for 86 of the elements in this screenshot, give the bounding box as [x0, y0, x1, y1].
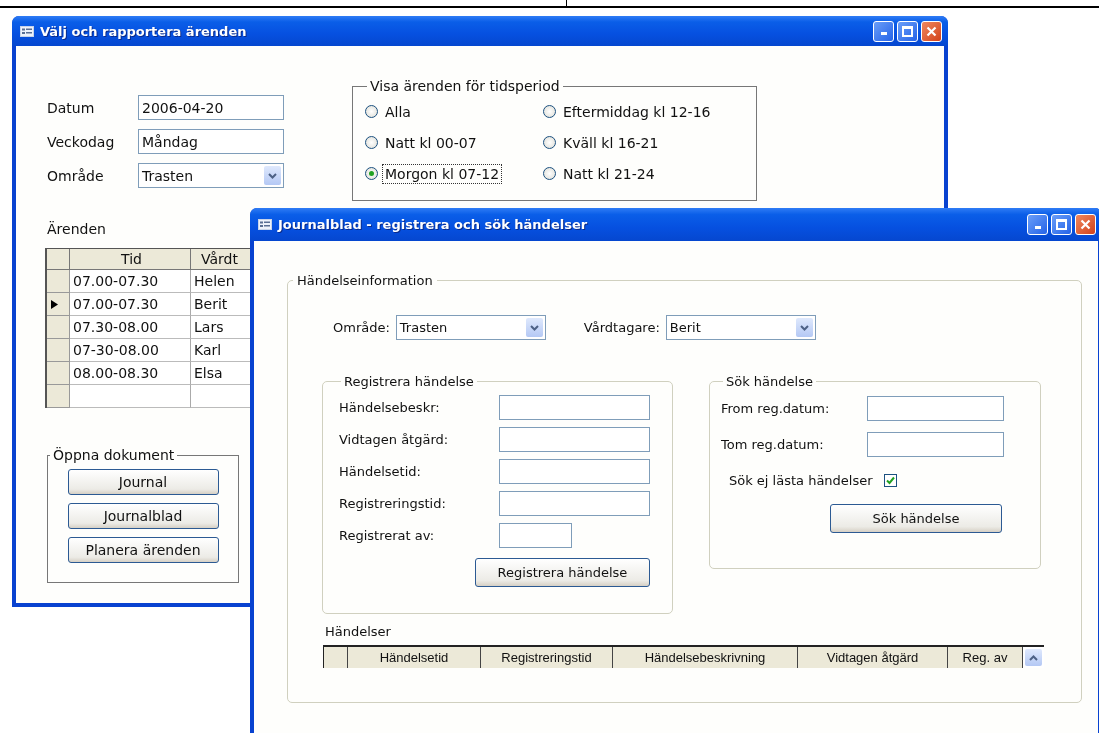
input-field[interactable]: Måndag [138, 129, 284, 154]
radio-button[interactable] [365, 167, 378, 180]
header-corner [47, 249, 70, 270]
check-icon [885, 476, 895, 485]
checkbox[interactable] [883, 474, 897, 487]
group-title: Registrera händelse [343, 374, 475, 389]
column-header[interactable]: Händelsebeskrivning [613, 647, 798, 668]
group-title: Visa ärenden för tidsperiod [369, 78, 561, 94]
group-title: Sök händelse [725, 374, 814, 389]
group-title: Händelseinformation [296, 273, 434, 288]
close-button[interactable] [1075, 214, 1096, 235]
document-button[interactable]: Planera ärenden [67, 537, 219, 563]
maximize-button[interactable] [1051, 214, 1072, 235]
field-label: Händelsebeskr: [339, 400, 441, 415]
field-label: From reg.datum: [721, 401, 831, 416]
table-cell: 07.00-07.30 [70, 293, 191, 316]
group-title: Öppna dokument [52, 447, 176, 463]
input-field[interactable] [499, 523, 572, 548]
radio-button[interactable] [543, 105, 556, 118]
radio-button[interactable] [543, 136, 556, 149]
input-field[interactable] [867, 396, 1004, 421]
radio-label[interactable]: Kväll kl 16-21 [560, 132, 662, 153]
input-field[interactable] [499, 395, 650, 420]
close-icon [926, 25, 937, 37]
caret-icon [1029, 654, 1038, 661]
minimize-button[interactable] [873, 20, 894, 42]
radio-label[interactable]: Eftermiddag kl 12-16 [560, 101, 714, 122]
checkbox-label: Sök ej lästa händelser [729, 473, 873, 488]
field-label: Veckodag [46, 133, 116, 150]
caret-icon [799, 324, 809, 331]
radio-label[interactable]: Natt kl 00-07 [382, 132, 480, 153]
table-cell: 07.30-08.00 [70, 316, 191, 339]
field-label: Område [46, 167, 105, 184]
document-button[interactable]: Journalblad [67, 503, 219, 529]
column-header[interactable]: Vårdt [191, 249, 253, 270]
field-label: Registrerat av: [339, 528, 436, 543]
section-label: Ärenden [47, 221, 106, 238]
close-button[interactable] [921, 20, 942, 42]
document-button[interactable]: Journal [67, 469, 219, 495]
dropdown[interactable]: Trasten [138, 163, 284, 188]
header-corner [324, 647, 348, 668]
field-label: Vårdtagare: [583, 320, 660, 335]
input-field[interactable] [499, 459, 650, 484]
column-header[interactable]: Vidtagen åtgärd [798, 647, 948, 668]
column-header[interactable]: Registreringstid [481, 647, 613, 668]
maximize-icon [902, 25, 913, 37]
radio-label[interactable]: Natt kl 21-24 [560, 163, 658, 184]
input-field[interactable] [499, 427, 650, 452]
window-title: Välj och rapportera ärenden [40, 23, 247, 39]
field-label: Registreringstid: [339, 496, 447, 511]
minimize-button[interactable] [1027, 214, 1048, 235]
row-pointer-icon [51, 299, 58, 309]
field-label: Tom reg.datum: [721, 437, 825, 452]
table-cell: 07-30-08.00 [70, 339, 191, 362]
close-icon [1080, 219, 1091, 230]
radio-button[interactable] [365, 136, 378, 149]
caret-icon [529, 324, 539, 331]
row-selector[interactable] [47, 293, 70, 316]
search-button[interactable]: Sök händelse [830, 504, 1002, 533]
field-label: Område: [333, 320, 390, 335]
window-title: Journalblad - registrera och sök händelser [278, 217, 588, 232]
column-header[interactable]: Reg. av [948, 647, 1023, 668]
maximize-icon [1056, 219, 1067, 230]
column-header[interactable]: Tid [70, 249, 191, 270]
table-cell: 07.00-07.30 [70, 270, 191, 293]
dropdown[interactable]: Trasten [395, 315, 546, 340]
maximize-button[interactable] [897, 20, 918, 42]
app-icon [258, 219, 272, 230]
radio-label[interactable]: Alla [382, 101, 414, 122]
field-label: Händelsetid: [339, 464, 422, 479]
radio-label[interactable]: Morgon kl 07-12 [382, 163, 503, 184]
caret-icon [268, 172, 277, 179]
dropdown[interactable]: Berit [665, 315, 816, 340]
radio-button[interactable] [543, 167, 556, 180]
section-label: Händelser [325, 624, 392, 639]
input-field[interactable]: 2006-04-20 [138, 95, 284, 120]
input-field[interactable] [499, 491, 650, 516]
column-header[interactable]: Händelsetid [348, 647, 481, 668]
scroll-up-button[interactable] [1025, 649, 1042, 666]
field-label: Vidtagen åtgärd: [339, 432, 450, 447]
app-icon [20, 25, 34, 37]
field-label: Datum [46, 99, 96, 116]
table-cell: 08.00-08.30 [70, 362, 191, 385]
register-button[interactable]: Registrera händelse [475, 558, 650, 587]
input-field[interactable] [867, 432, 1004, 457]
radio-button[interactable] [365, 105, 378, 118]
